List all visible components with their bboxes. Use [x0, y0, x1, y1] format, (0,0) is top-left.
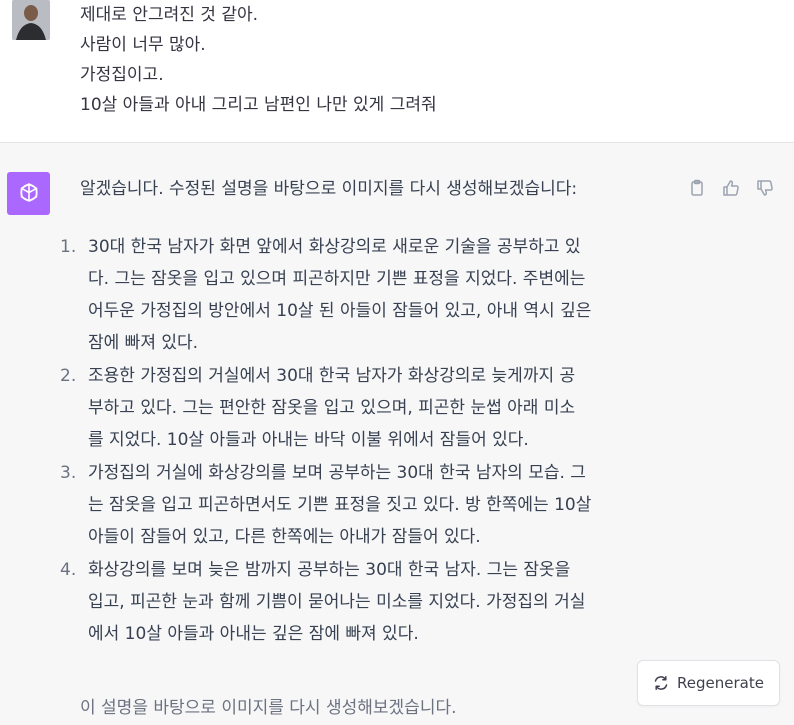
list-item-line: 30대 한국 남자가 화면 앞에서 화상강의로 새로운 기술을 공부하고 있: [88, 237, 581, 257]
user-message: 제대로 안그려진 것 같아. 사람이 너무 많아. 가정집이고. 10살 아들과…: [0, 0, 794, 143]
list-item-line: 는 잠옷을 입고 피곤하면서도 기쁜 표정을 짓고 있다. 방 한쪽에는 10살: [88, 495, 592, 515]
user-message-line: 가정집이고.: [80, 65, 164, 85]
list-item-line: 잠에 빠져 있다.: [88, 333, 199, 353]
clipboard-icon: [691, 179, 703, 196]
list-item-number: 3.: [60, 463, 77, 483]
user-avatar: [12, 0, 50, 40]
list-item-line: 가정집의 거실에 화상강의를 보며 공부하는 30대 한국 남자의 모습. 그: [88, 463, 586, 483]
openai-logo-icon: [19, 182, 38, 202]
list-item-line: 아들이 잠들어 있고, 다른 한쪽에는 아내가 잠들어 있다.: [88, 527, 481, 547]
message-actions: [684, 175, 778, 201]
list-item-number: 2.: [60, 366, 77, 386]
list-item: 1. 30대 한국 남자가 화면 앞에서 화상강의로 새로운 기술을 공부하고 …: [60, 231, 680, 359]
list-item: 4. 화상강의를 보며 늦은 밤까지 공부하는 30대 한국 남자. 그는 잠옷…: [60, 554, 680, 650]
list-item-line: 에서 10살 아들과 아내는 깊은 잠에 빠져 있다.: [88, 624, 419, 644]
regenerate-label: Regenerate: [677, 674, 764, 692]
list-item: 3. 가정집의 거실에 화상강의를 보며 공부하는 30대 한국 남자의 모습.…: [60, 457, 680, 553]
list-item: 2. 조용한 가정집의 거실에서 30대 한국 남자가 화상강의로 늦게까지 공…: [60, 360, 680, 456]
regenerate-button[interactable]: Regenerate: [637, 660, 780, 706]
list-item-line: 화상강의를 보며 늦은 밤까지 공부하는 30대 한국 남자. 그는 잠옷을: [88, 560, 571, 580]
user-message-line: 제대로 안그려진 것 같아.: [80, 5, 259, 25]
assistant-tail-text: 이 설명을 바탕으로 이미지를 다시 생성해보겠습니다.: [80, 698, 457, 718]
list-item-line: 를 지었다. 10살 아들과 아내는 바닥 이불 위에서 잠들어 있다.: [88, 430, 529, 450]
list-item-line: 부하고 있다. 그는 편안한 잠옷을 입고 있으며, 피곤한 눈썹 아래 미소: [88, 398, 576, 418]
list-item-line: 조용한 가정집의 거실에서 30대 한국 남자가 화상강의로 늦게까지 공: [88, 366, 576, 386]
list-item-line: 어두운 가정집의 방안에서 10살 된 아들이 잠들어 있고, 아내 역시 깊은: [88, 301, 592, 321]
thumbs-up-button[interactable]: [718, 175, 744, 201]
user-message-text: 제대로 안그려진 것 같아. 사람이 너무 많아. 가정집이고. 10살 아들과…: [80, 0, 720, 120]
refresh-icon: [654, 676, 668, 690]
assistant-avatar: [7, 172, 50, 215]
assistant-lead-text: 알겠습니다. 수정된 설명을 바탕으로 이미지를 다시 생성해보겠습니다:: [80, 179, 578, 199]
user-message-line: 사람이 너무 많아.: [80, 35, 206, 55]
list-item-line: 입고, 피곤한 눈과 함께 기쁨이 묻어나는 미소를 지었다. 가정집의 거실: [88, 592, 586, 612]
list-item-number: 4.: [60, 560, 77, 580]
list-item-number: 1.: [60, 237, 77, 257]
user-message-line: 10살 아들과 아내 그리고 남편인 나만 있게 그려줘: [80, 95, 437, 115]
assistant-message: 알겠습니다. 수정된 설명을 바탕으로 이미지를 다시 생성해보겠습니다: 1.…: [0, 143, 794, 725]
copy-button[interactable]: [684, 175, 710, 201]
description-list: 1. 30대 한국 남자가 화면 앞에서 화상강의로 새로운 기술을 공부하고 …: [60, 231, 680, 651]
thumbs-down-button[interactable]: [752, 175, 778, 201]
thumbs-up-icon: [723, 180, 739, 196]
thumbs-down-icon: [757, 180, 773, 196]
list-item-line: 다. 그는 잠옷을 입고 있으며 피곤하지만 기쁜 표정을 지었다. 주변에는: [88, 269, 586, 289]
